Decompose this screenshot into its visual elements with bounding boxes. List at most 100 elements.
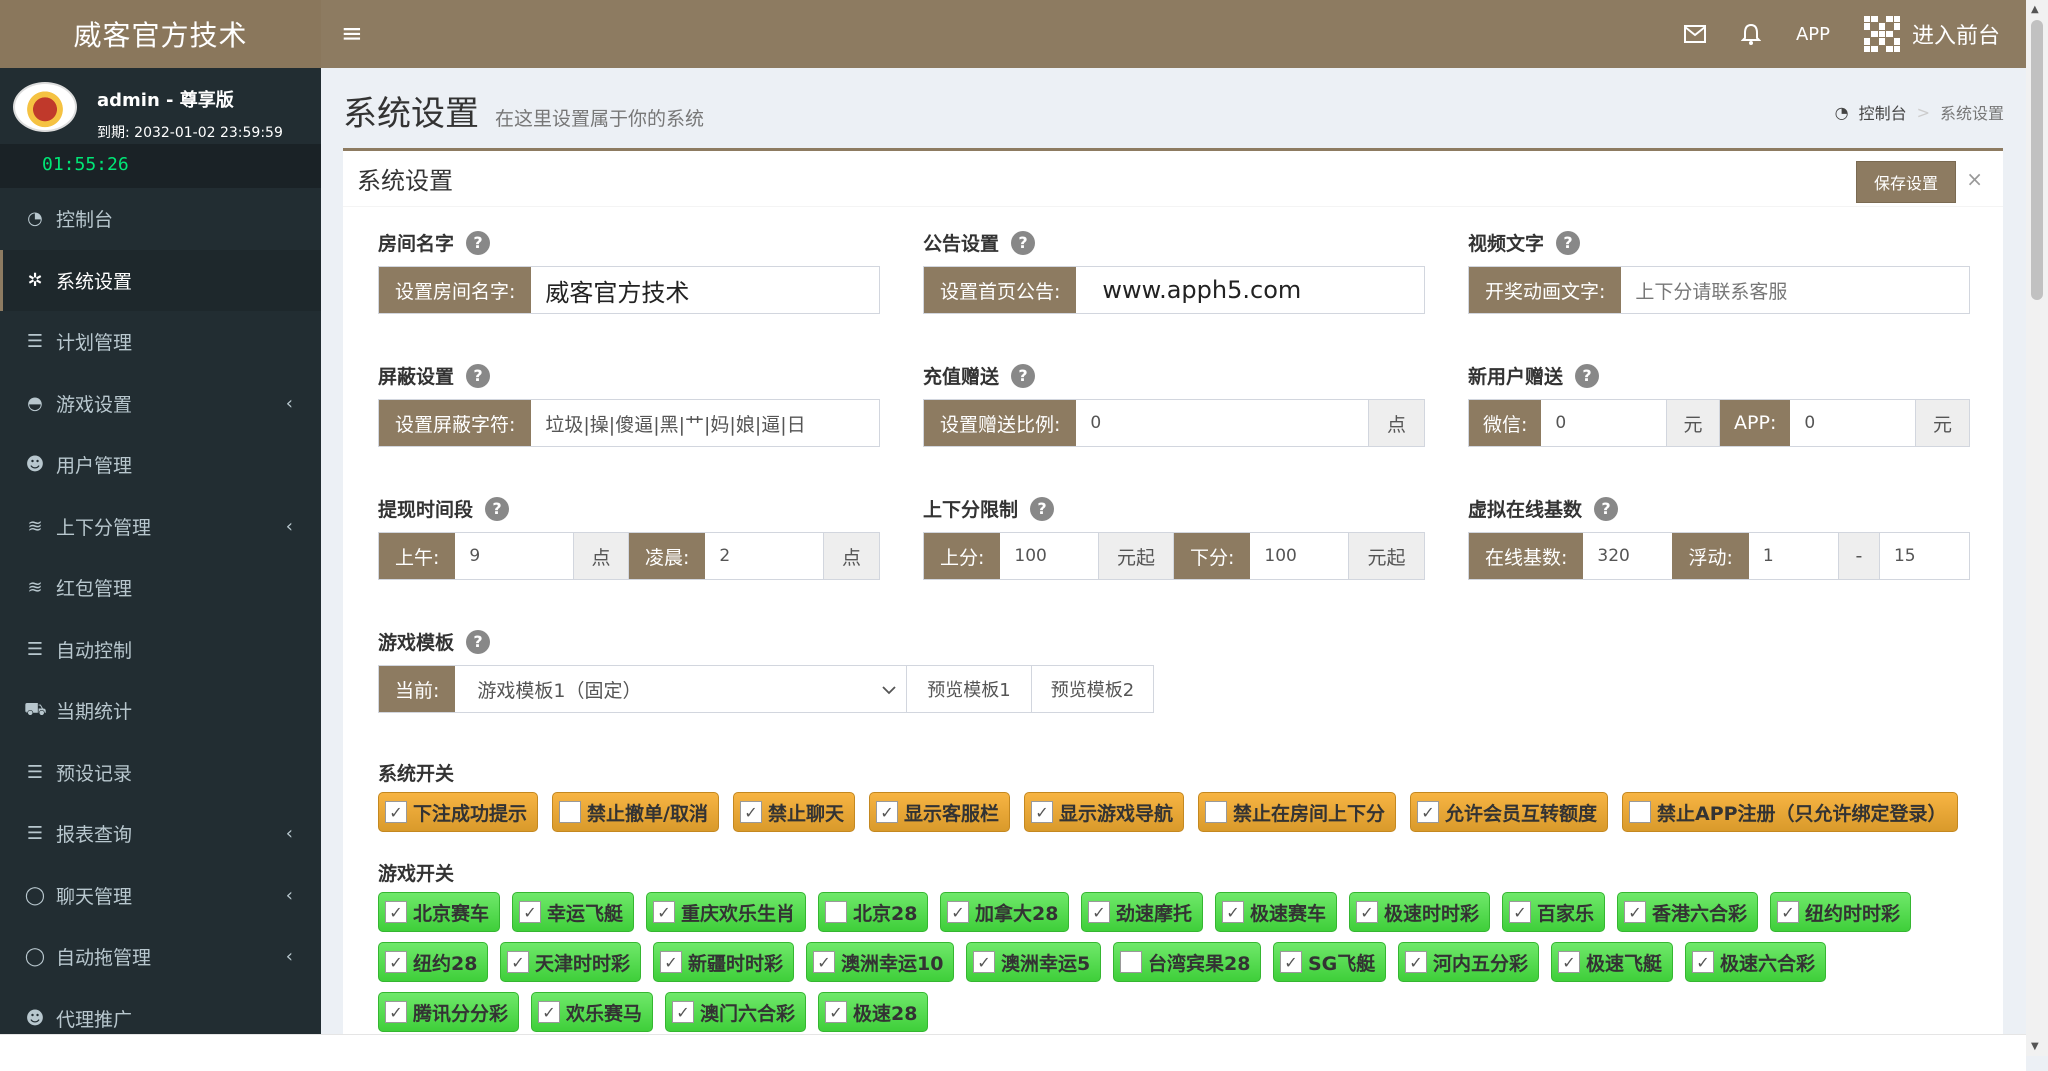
up-input[interactable]: 100 — [1000, 533, 1098, 579]
float-min-input[interactable]: 1 — [1748, 533, 1838, 579]
scroll-up-icon[interactable]: ▲ — [2031, 4, 2039, 15]
sidebar-item[interactable]: ◓ 游戏设置 ‹ — [0, 373, 321, 435]
sidebar-item[interactable]: ◯ 自动拖管理 ‹ — [0, 926, 321, 988]
switch-chip[interactable]: ✓ 北京赛车 — [378, 892, 501, 932]
help-icon[interactable]: ? — [466, 629, 491, 654]
checkbox-checked-icon[interactable]: ✓ — [1280, 951, 1302, 973]
checkbox-checked-icon[interactable]: ✓ — [740, 801, 762, 823]
switch-chip[interactable]: ✓ 澳洲幸运10 — [806, 942, 955, 982]
switch-chip[interactable]: ✓ 加拿大28 — [940, 892, 1070, 932]
switch-chip[interactable]: ✓ 极速28 — [818, 992, 929, 1032]
switch-chip[interactable]: ✓ 腾讯分分彩 — [378, 992, 520, 1032]
help-icon[interactable]: ? — [485, 496, 510, 521]
sidebar-item[interactable]: ☰ 自动控制 — [0, 619, 321, 681]
help-icon[interactable]: ? — [1011, 363, 1036, 388]
checkbox-checked-icon[interactable]: ✓ — [1777, 901, 1799, 923]
switch-chip[interactable]: ✓ 香港六合彩 — [1617, 892, 1759, 932]
notice-input[interactable]: www.apph5.com — [1076, 267, 1424, 313]
switch-chip[interactable]: 台湾宾果28 — [1113, 942, 1262, 982]
checkbox-checked-icon[interactable]: ✓ — [653, 901, 675, 923]
enter-front-link[interactable]: 进入前台 — [1863, 16, 2000, 52]
help-icon[interactable]: ? — [1556, 230, 1581, 255]
switch-chip[interactable]: ✓ 澳洲幸运5 — [966, 942, 1102, 982]
am-input[interactable]: 9 — [455, 533, 573, 579]
sidebar-item[interactable]: ≋ 红包管理 — [0, 557, 321, 619]
switch-chip[interactable]: ✓ 欢乐赛马 — [531, 992, 654, 1032]
checkbox-checked-icon[interactable]: ✓ — [1417, 801, 1439, 823]
sidebar-item[interactable]: ☻ 用户管理 — [0, 434, 321, 496]
page-scrollbar[interactable]: ▲ ▼ — [2026, 0, 2048, 1056]
checkbox-checked-icon[interactable]: ✓ — [1624, 901, 1646, 923]
breadcrumb-home[interactable]: 控制台 — [1859, 100, 1907, 124]
scrollbar-thumb[interactable] — [2031, 20, 2043, 300]
help-icon[interactable]: ? — [1030, 496, 1055, 521]
switch-chip[interactable]: ✓ 纽约28 — [378, 942, 489, 982]
switch-chip[interactable]: ✓ 极速赛车 — [1215, 892, 1338, 932]
template-select[interactable]: 游戏模板1（固定） — [455, 666, 906, 712]
switch-chip[interactable]: ✓ 显示客服栏 — [869, 792, 1011, 832]
checkbox-unchecked-icon[interactable] — [1120, 951, 1142, 973]
checkbox-checked-icon[interactable]: ✓ — [825, 1001, 847, 1023]
switch-chip[interactable]: ✓ 百家乐 — [1502, 892, 1606, 932]
scroll-down-icon[interactable]: ▼ — [2031, 1041, 2039, 1052]
checkbox-unchecked-icon[interactable] — [825, 901, 847, 923]
checkbox-checked-icon[interactable]: ✓ — [672, 1001, 694, 1023]
float-max-input[interactable]: 15 — [1879, 533, 1969, 579]
room-name-input[interactable]: 威客官方技术 — [531, 267, 879, 313]
app-link[interactable]: APP — [1796, 24, 1830, 45]
checkbox-checked-icon[interactable]: ✓ — [385, 1001, 407, 1023]
sidebar-item[interactable]: ☰ 计划管理 — [0, 311, 321, 373]
switch-chip[interactable]: ✓ 纽约时时彩 — [1770, 892, 1912, 932]
envelope-icon[interactable] — [1683, 23, 1706, 45]
video-text-input[interactable]: 上下分请联系客服 — [1621, 267, 1969, 313]
checkbox-checked-icon[interactable]: ✓ — [813, 951, 835, 973]
checkbox-checked-icon[interactable]: ✓ — [538, 1001, 560, 1023]
sidebar-item[interactable]: ☰ 预设记录 — [0, 742, 321, 804]
checkbox-checked-icon[interactable]: ✓ — [660, 951, 682, 973]
sidebar-item[interactable]: ☰ 报表查询 ‹ — [0, 803, 321, 865]
save-button[interactable]: 保存设置 — [1856, 161, 1956, 203]
checkbox-checked-icon[interactable]: ✓ — [507, 951, 529, 973]
preview-template2-button[interactable]: 预览模板2 — [1031, 666, 1153, 712]
switch-chip[interactable]: ✓ 下注成功提示 — [378, 792, 539, 832]
switch-chip[interactable]: ✓ 极速六合彩 — [1685, 942, 1827, 982]
checkbox-checked-icon[interactable]: ✓ — [1558, 951, 1580, 973]
app-logo[interactable]: 威客官方技术 — [0, 0, 321, 68]
switch-chip[interactable]: ✓ 极速时时彩 — [1349, 892, 1491, 932]
sidebar-toggle-icon[interactable]: ≡ — [341, 19, 363, 49]
switch-chip[interactable]: 禁止APP注册（只允许绑定登录） — [1622, 792, 1958, 832]
switch-chip[interactable]: ✓ 澳门六合彩 — [665, 992, 807, 1032]
base-input[interactable]: 320 — [1583, 533, 1673, 579]
help-icon[interactable]: ? — [466, 363, 491, 388]
checkbox-unchecked-icon[interactable] — [559, 801, 581, 823]
help-icon[interactable]: ? — [466, 230, 491, 255]
checkbox-checked-icon[interactable]: ✓ — [385, 951, 407, 973]
sidebar-item[interactable]: ◯ 聊天管理 ‹ — [0, 865, 321, 927]
checkbox-checked-icon[interactable]: ✓ — [1692, 951, 1714, 973]
checkbox-checked-icon[interactable]: ✓ — [876, 801, 898, 823]
switch-chip[interactable]: ✓ 劲速摩托 — [1081, 892, 1204, 932]
checkbox-checked-icon[interactable]: ✓ — [1088, 901, 1110, 923]
help-icon[interactable]: ? — [1594, 496, 1619, 521]
checkbox-checked-icon[interactable]: ✓ — [1356, 901, 1378, 923]
checkbox-checked-icon[interactable]: ✓ — [973, 951, 995, 973]
checkbox-checked-icon[interactable]: ✓ — [385, 901, 407, 923]
checkbox-checked-icon[interactable]: ✓ — [1509, 901, 1531, 923]
app-input[interactable]: 0 — [1790, 400, 1916, 446]
close-icon[interactable]: × — [1966, 167, 1983, 191]
down-input[interactable]: 100 — [1250, 533, 1348, 579]
wechat-input[interactable]: 0 — [1541, 400, 1667, 446]
checkbox-checked-icon[interactable]: ✓ — [519, 901, 541, 923]
switch-chip[interactable]: 禁止撤单/取消 — [552, 792, 719, 832]
switch-chip[interactable]: ✓ 允许会员互转额度 — [1410, 792, 1609, 832]
sidebar-item[interactable]: ⛟ 当期统计 — [0, 680, 321, 742]
checkbox-checked-icon[interactable]: ✓ — [1031, 801, 1053, 823]
switch-chip[interactable]: ✓ 重庆欢乐生肖 — [646, 892, 807, 932]
sidebar-item[interactable]: ≋ 上下分管理 ‹ — [0, 496, 321, 558]
switch-chip[interactable]: 禁止在房间上下分 — [1198, 792, 1397, 832]
switch-chip[interactable]: ✓ 新疆时时彩 — [653, 942, 795, 982]
checkbox-checked-icon[interactable]: ✓ — [1405, 951, 1427, 973]
switch-chip[interactable]: 北京28 — [818, 892, 929, 932]
switch-chip[interactable]: ✓ 极速飞艇 — [1551, 942, 1674, 982]
checkbox-unchecked-icon[interactable] — [1205, 801, 1227, 823]
